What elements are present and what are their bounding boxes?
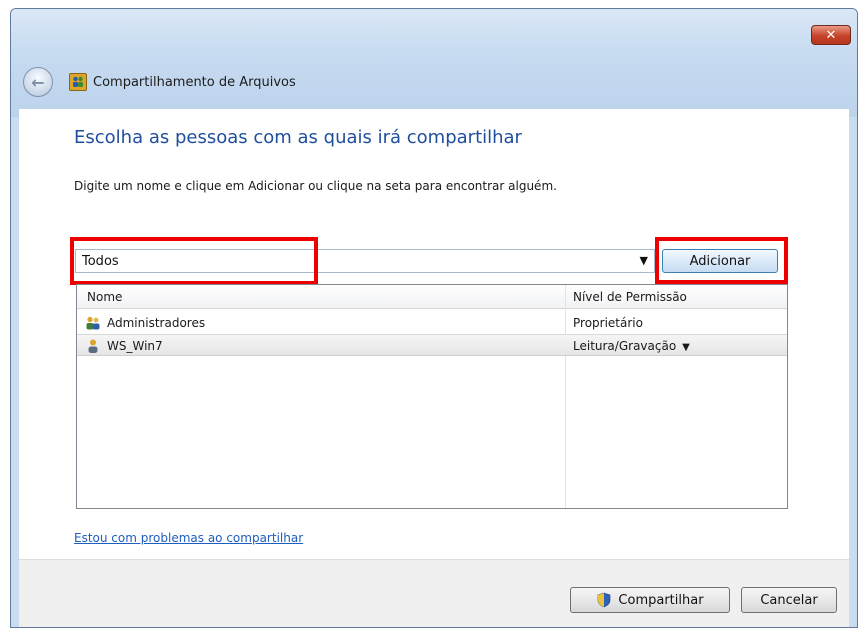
close-icon: ✕ bbox=[825, 27, 837, 43]
uac-shield-icon bbox=[598, 592, 611, 608]
share-button-label: Compartilhar bbox=[618, 592, 704, 608]
user-icon bbox=[88, 339, 98, 353]
list-item-administradores[interactable]: Administradores Proprietário bbox=[77, 312, 787, 334]
column-header-permission[interactable]: Nível de Permissão bbox=[573, 290, 687, 304]
chevron-down-icon: ▼ bbox=[682, 342, 690, 353]
group-icon bbox=[86, 316, 100, 330]
instruction-text: Digite um nome e clique em Adicionar ou … bbox=[74, 179, 557, 193]
permission-dropdown[interactable]: Leitura/Gravação ▼ bbox=[573, 339, 690, 353]
content-area: Escolha as pessoas com as quais irá comp… bbox=[19, 109, 849, 559]
dialog-window: ✕ ← Compartilhamento de Arquivos Escolha… bbox=[10, 8, 858, 628]
combobox-value: Todos bbox=[82, 254, 119, 269]
row-name: Administradores bbox=[107, 316, 206, 330]
back-arrow-icon: ← bbox=[31, 72, 45, 92]
permission-list[interactable]: Nome Nível de Permissão Administradores … bbox=[76, 284, 788, 509]
row-permission: Proprietário bbox=[573, 316, 643, 330]
row-name: WS_Win7 bbox=[107, 339, 163, 353]
column-header-name[interactable]: Nome bbox=[87, 290, 122, 304]
back-button[interactable]: ← bbox=[23, 67, 53, 97]
help-link[interactable]: Estou com problemas ao compartilhar bbox=[74, 531, 303, 545]
user-combobox[interactable]: Todos ▼ bbox=[75, 249, 655, 273]
people-icon bbox=[73, 76, 83, 87]
add-button[interactable]: Adicionar bbox=[662, 249, 778, 273]
window-title: Compartilhamento de Arquivos bbox=[93, 74, 296, 90]
dropdown-arrow-icon[interactable]: ▼ bbox=[640, 254, 648, 267]
share-button[interactable]: Compartilhar bbox=[570, 587, 730, 613]
list-header: Nome Nível de Permissão bbox=[77, 285, 787, 309]
close-button[interactable]: ✕ bbox=[811, 25, 851, 45]
row-permission: Leitura/Gravação bbox=[573, 339, 677, 353]
page-title: Escolha as pessoas com as quais irá comp… bbox=[74, 127, 522, 148]
list-item-ws-win7[interactable]: WS_Win7 Leitura/Gravação ▼ bbox=[77, 334, 787, 356]
cancel-button[interactable]: Cancelar bbox=[741, 587, 837, 613]
nav-row: ← Compartilhamento de Arquivos bbox=[23, 65, 296, 99]
file-sharing-icon bbox=[69, 73, 87, 91]
footer-bar: Compartilhar Cancelar bbox=[19, 559, 849, 627]
title-bar: ✕ ← Compartilhamento de Arquivos bbox=[11, 9, 857, 117]
